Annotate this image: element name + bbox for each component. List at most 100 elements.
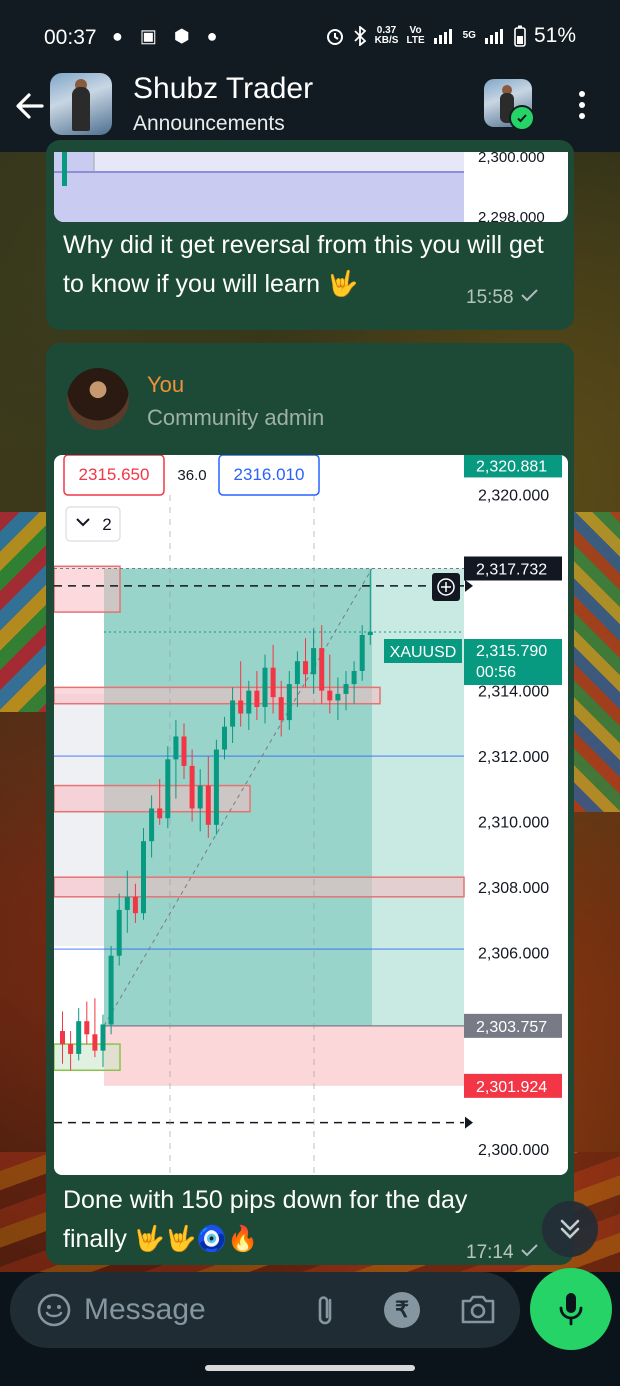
candle-body (68, 1044, 74, 1054)
candle-body (132, 896, 138, 914)
candle-countdown: 00:56 (476, 664, 516, 681)
back-arrow-icon[interactable] (10, 86, 50, 126)
message-image-chart[interactable]: 2,320.000 2,314.000 2,312.000 2,310.000 2,30… (54, 455, 568, 1175)
notification-icons: ● ▣ ⬢ ● (112, 26, 224, 46)
candle-body (351, 671, 357, 685)
bluetooth-icon (353, 26, 366, 46)
message-time: 15:58 (466, 287, 539, 309)
supply-demand-box (54, 1043, 121, 1072)
candle-body (76, 1021, 82, 1054)
system-nav-bar (0, 1356, 620, 1386)
message-text: Done with 150 pips down for the day fina… (63, 1186, 468, 1253)
payment-rupee-icon[interactable]: ₹ (384, 1292, 420, 1328)
wallpaper-pattern (0, 512, 52, 712)
candle-body (84, 1021, 90, 1035)
wallpaper-pattern (570, 512, 620, 812)
bid-price: 2315.650 (79, 465, 150, 484)
sender-avatar[interactable] (67, 368, 129, 430)
volte-indicator: Vo LTE (406, 26, 424, 46)
price-badge-label: 2,320.881 (476, 458, 547, 475)
partial-zone-light (94, 152, 464, 172)
indicator-toggle[interactable] (65, 506, 121, 542)
network-speed: 0.37 KB/S (375, 26, 399, 46)
message-time-value: 15:58 (466, 287, 514, 308)
candle-body (286, 684, 292, 721)
stop-zone (104, 1025, 464, 1086)
candle-body (327, 690, 333, 701)
partial-price-label: 2,298.000 (478, 209, 545, 222)
level-arrow (465, 579, 473, 592)
chat-subtitle[interactable]: Announcements (133, 112, 285, 136)
candle-body (335, 693, 341, 701)
avatar-person (72, 87, 90, 131)
candle-body (189, 765, 195, 809)
price-badge-label: 2,317.732 (476, 561, 547, 578)
candle-body (197, 785, 203, 809)
price-axis-label: 2,312.000 (478, 749, 549, 766)
range-zone (54, 693, 104, 946)
status-time: 00:37 (44, 26, 97, 49)
candle-body (343, 684, 349, 694)
more-options-icon[interactable] (570, 88, 594, 122)
candlestick-chart: 2,320.000 2,314.000 2,312.000 2,310.000 2,30… (54, 455, 562, 1175)
channel-avatar[interactable] (50, 73, 112, 135)
candle-body (173, 736, 179, 760)
sender-name[interactable]: You (147, 372, 184, 398)
supply-demand-box (54, 565, 121, 613)
candle-body (92, 1034, 98, 1051)
price-badge-label: 2,303.757 (476, 1019, 547, 1036)
double-chevron-down-icon (560, 1219, 580, 1239)
community-check-icon (509, 105, 535, 131)
alarm-icon (326, 29, 343, 45)
volte-bottom: LTE (406, 35, 425, 46)
candle-body (124, 896, 130, 910)
candle-body (141, 841, 146, 914)
candle-body (294, 661, 300, 685)
candle-body (205, 785, 211, 825)
network-type: 5G (462, 30, 476, 41)
price-axis-label: 2,306.000 (478, 945, 549, 962)
candle-body (303, 661, 308, 675)
partial-candle (62, 152, 67, 186)
candle-body (246, 690, 252, 714)
price-badge-label: 2,301.924 (476, 1079, 547, 1096)
message-input[interactable] (84, 1290, 294, 1330)
message-image-partial[interactable]: 2,300.000 2,298.000 (54, 152, 568, 222)
scroll-to-bottom-button[interactable] (542, 1201, 598, 1257)
price-axis-label: 2,300.000 (478, 1142, 549, 1159)
price-axis-label: 2,320.000 (478, 487, 549, 504)
candle-body (359, 635, 365, 671)
candle-body (367, 631, 373, 635)
candle-body (278, 697, 284, 721)
home-indicator[interactable] (205, 1365, 415, 1371)
price-axis-label: 2,314.000 (478, 684, 549, 701)
candle-body (157, 808, 163, 819)
ask-price: 2316.010 (234, 465, 305, 484)
level-arrow (465, 1116, 473, 1129)
candle-body (60, 1031, 65, 1045)
candle-body (311, 648, 317, 675)
battery-percent: 51% (533, 24, 576, 47)
candle-body (165, 759, 171, 819)
chat-title[interactable]: Shubz Trader (133, 72, 313, 106)
candle-body (238, 700, 244, 714)
supply-demand-box (54, 876, 465, 898)
emoji-icon[interactable] (36, 1292, 72, 1328)
voice-record-button[interactable] (530, 1268, 612, 1350)
candle-body (100, 1024, 106, 1051)
microphone-icon (559, 1293, 583, 1326)
candle-body (116, 909, 122, 956)
camera-icon[interactable] (459, 1292, 497, 1326)
message-composer: ₹ (10, 1272, 520, 1348)
candle-body (270, 667, 276, 698)
current-price: 2,315.790 (476, 643, 547, 660)
candle-body (149, 808, 155, 842)
attachment-icon[interactable] (312, 1292, 340, 1330)
candle-body (254, 690, 260, 707)
signal-icon (433, 29, 452, 44)
status-bar: 00:37 ● ▣ ⬢ ● 0.37 KB/S Vo LTE 5G 51% (0, 0, 620, 72)
candle-body (222, 726, 227, 750)
sent-check-icon (521, 289, 538, 302)
candle-body (319, 648, 325, 691)
price-axis-label: 2,310.000 (478, 815, 549, 832)
